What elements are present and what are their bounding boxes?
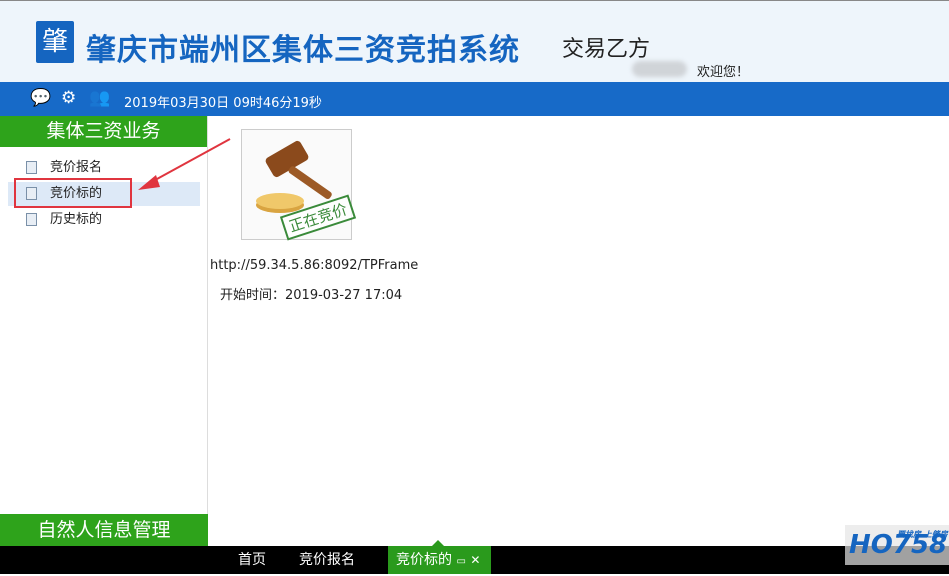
sidebar-item-label: 历史标的 — [50, 212, 103, 227]
sidebar-section-person-info[interactable]: 自然人信息管理 — [0, 514, 208, 546]
tab-home[interactable]: 首页 — [238, 546, 266, 574]
watermark-slogan: 要找房 上肇房 — [897, 530, 948, 539]
toolbar: 💬 ⚙ 👥 2019年03月30日 09时46分19秒 — [0, 82, 949, 116]
document-icon — [26, 213, 37, 226]
gear-icon[interactable]: ⚙ — [61, 88, 76, 108]
close-icon[interactable]: ✕ — [470, 553, 480, 567]
sidebar-item-label: 竞价报名 — [50, 160, 103, 175]
tab-bid-targets[interactable]: 竞价标的 ▭ ✕ — [388, 540, 491, 574]
highlight-box — [14, 178, 132, 208]
auction-url[interactable]: http://59.34.5.86:8092/TPFrame — [210, 258, 418, 273]
clock: 2019年03月30日 09时46分19秒 — [124, 96, 322, 111]
welcome-text: 欢迎您！ — [697, 65, 750, 80]
tab-label: 竞价标的 — [396, 552, 452, 568]
document-icon — [26, 161, 37, 174]
system-title: 肇庆市端州区集体三资竞拍系统 — [86, 33, 520, 68]
chat-icon[interactable]: 💬 — [30, 88, 51, 108]
header: 肇 肇庆市端州区集体三资竞拍系统 交易乙方 欢迎您！ — [0, 0, 949, 82]
start-time: 开始时间：2019-03-27 17:04 — [220, 288, 403, 303]
annotation-arrow — [138, 138, 231, 190]
role-label: 交易乙方 — [562, 37, 651, 62]
maximize-icon[interactable]: ▭ — [456, 556, 465, 567]
users-icon[interactable]: 👥 — [89, 88, 110, 108]
sidebar-item-history[interactable]: 历史标的 — [8, 208, 200, 232]
username-blurred — [632, 61, 687, 77]
logo: 肇 — [36, 21, 74, 63]
tab-bid-signup[interactable]: 竞价报名 — [299, 546, 355, 574]
taskbar: 首页 竞价报名 竞价标的 ▭ ✕ — [0, 540, 949, 574]
watermark-logo: 要找房 上肇房 HO758 — [845, 525, 949, 565]
